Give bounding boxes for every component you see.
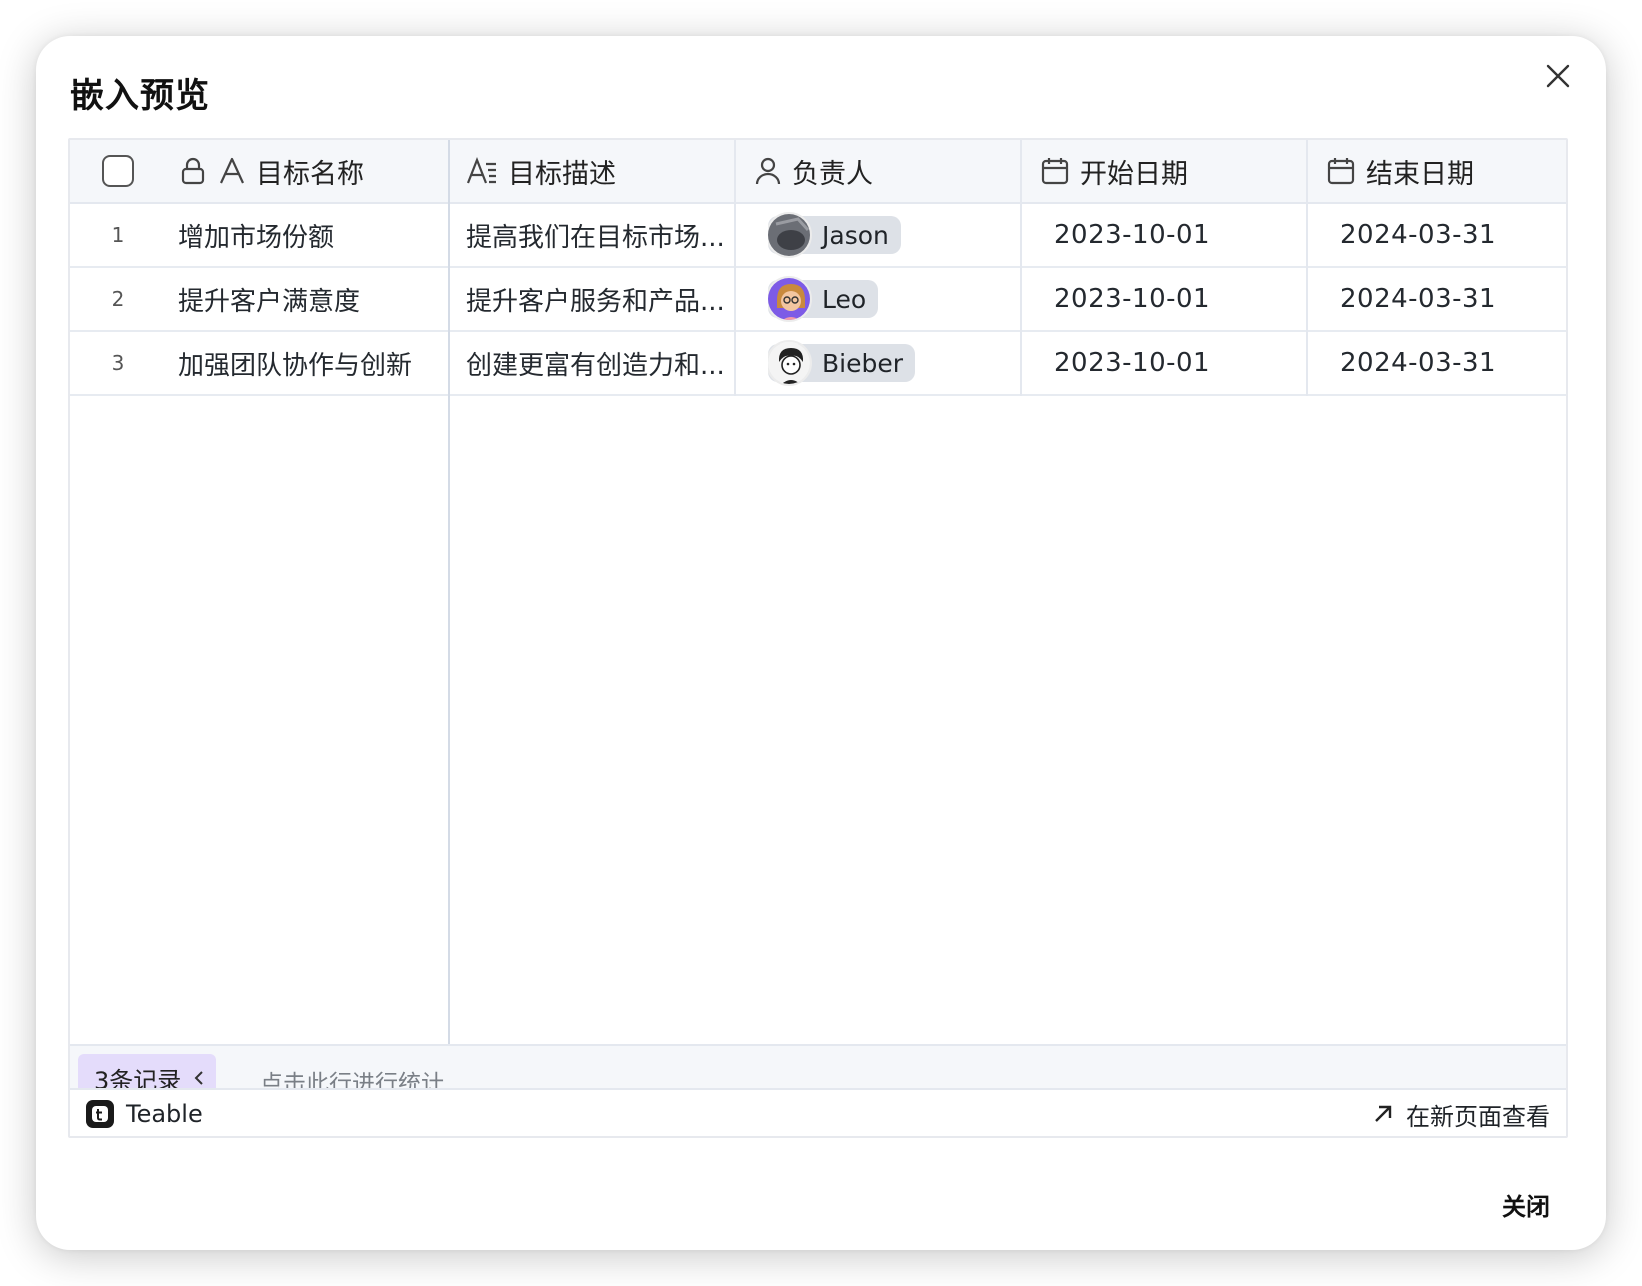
row-number: 1 (111, 223, 125, 247)
record-count-toggle[interactable]: 3条记录 (78, 1054, 216, 1088)
open-new-label: 在新页面查看 (1406, 1102, 1550, 1131)
embed-footer: Teable 在新页面查看 (70, 1088, 1566, 1136)
column-divider (1020, 140, 1022, 396)
goal-name-cell[interactable]: 加强团队协作与创新 (178, 332, 458, 394)
end-date-cell[interactable]: 2024-03-31 (1340, 332, 1566, 394)
goal-name-cell[interactable]: 增加市场份额 (178, 204, 458, 266)
close-button[interactable]: 关闭 (1502, 1187, 1550, 1222)
user-name: Leo (822, 284, 867, 314)
column-divider (1306, 140, 1308, 396)
long-text-icon (466, 156, 496, 184)
arrow-up-right-icon (1375, 1105, 1392, 1122)
embed-frame: 目标名称 目标描述 负责人 开始日期 结束日期 1 增加市场份额 提高我们在目标… (68, 138, 1568, 1138)
end-date-cell[interactable]: 2024-03-31 (1340, 268, 1566, 330)
select-all-checkbox[interactable] (102, 155, 134, 187)
table-row[interactable]: 2 提升客户满意度 提升客户服务和产品... Leo 2023-10-01 20… (70, 268, 1566, 332)
grid-header: 目标名称 目标描述 负责人 开始日期 结束日期 (70, 140, 1566, 204)
lock-icon (181, 157, 205, 185)
avatar (768, 212, 812, 258)
column-header-goal-desc[interactable]: 目标描述 (466, 140, 736, 202)
avatar (768, 276, 812, 322)
table-row[interactable]: 1 增加市场份额 提高我们在目标市场... Jason 2023-10-01 2… (70, 204, 1566, 268)
dialog-title: 嵌入预览 (70, 76, 210, 116)
statistics-hint[interactable]: 点击此行进行统计 (260, 1064, 444, 1088)
user-name: Bieber (822, 348, 904, 378)
column-header-owner[interactable]: 负责人 (754, 140, 1024, 202)
chevron-left-icon (194, 1071, 203, 1085)
start-date-cell[interactable]: 2023-10-01 (1054, 268, 1324, 330)
owner-cell[interactable]: Jason (768, 204, 1038, 266)
column-divider (734, 140, 736, 396)
frozen-column-divider[interactable] (448, 140, 450, 1088)
table-row[interactable]: 3 加强团队协作与创新 创建更富有创造力和... Bieber 2023-10-… (70, 332, 1566, 396)
teable-logo-icon (86, 1100, 114, 1128)
user-pill: Leo (768, 276, 879, 322)
close-icon (1546, 64, 1570, 88)
close-dialog-button[interactable] (1538, 56, 1578, 96)
brand-name: Teable (126, 1100, 203, 1128)
column-header-start-date[interactable]: 开始日期 (1040, 140, 1310, 202)
brand: Teable (86, 1090, 203, 1136)
column-header-goal-name[interactable]: 目标名称 (178, 140, 448, 202)
column-label: 负责人 (792, 158, 873, 190)
column-label: 目标描述 (508, 158, 616, 190)
open-in-new-page-link[interactable]: 在新页面查看 (1372, 1090, 1550, 1136)
start-date-cell[interactable]: 2023-10-01 (1054, 332, 1324, 394)
owner-cell[interactable]: Bieber (768, 332, 1038, 394)
goal-desc-cell[interactable]: 创建更富有创造力和... (466, 332, 746, 394)
avatar (768, 340, 812, 386)
end-date-cell[interactable]: 2024-03-31 (1340, 204, 1566, 266)
row-number: 3 (111, 351, 125, 375)
select-all-checkbox-cell (102, 140, 162, 202)
user-pill: Bieber (768, 340, 916, 386)
goal-name-cell[interactable]: 提升客户满意度 (178, 268, 458, 330)
calendar-icon (1327, 158, 1355, 185)
text-icon (220, 157, 244, 184)
user-pill: Jason (768, 212, 901, 258)
row-number: 2 (111, 287, 125, 311)
column-header-end-date[interactable]: 结束日期 (1326, 140, 1566, 202)
calendar-icon (1041, 158, 1069, 185)
goal-desc-cell[interactable]: 提高我们在目标市场... (466, 204, 746, 266)
record-count-label: 3条记录 (94, 1066, 182, 1089)
goal-desc-cell[interactable]: 提升客户服务和产品... (466, 268, 746, 330)
statistics-bar: 3条记录 点击此行进行统计 (70, 1044, 1566, 1088)
embed-preview-dialog: 嵌入预览 目标名称 目标描述 负责人 开始日期 结束日期 1 增加市场份额 提高… (36, 36, 1606, 1250)
data-grid: 目标名称 目标描述 负责人 开始日期 结束日期 1 增加市场份额 提高我们在目标… (70, 140, 1566, 1088)
start-date-cell[interactable]: 2023-10-01 (1054, 204, 1324, 266)
column-label: 开始日期 (1080, 158, 1188, 190)
column-label: 目标名称 (256, 158, 364, 190)
column-label: 结束日期 (1366, 158, 1474, 190)
owner-cell[interactable]: Leo (768, 268, 1038, 330)
user-icon (755, 157, 781, 185)
user-name: Jason (822, 220, 889, 250)
